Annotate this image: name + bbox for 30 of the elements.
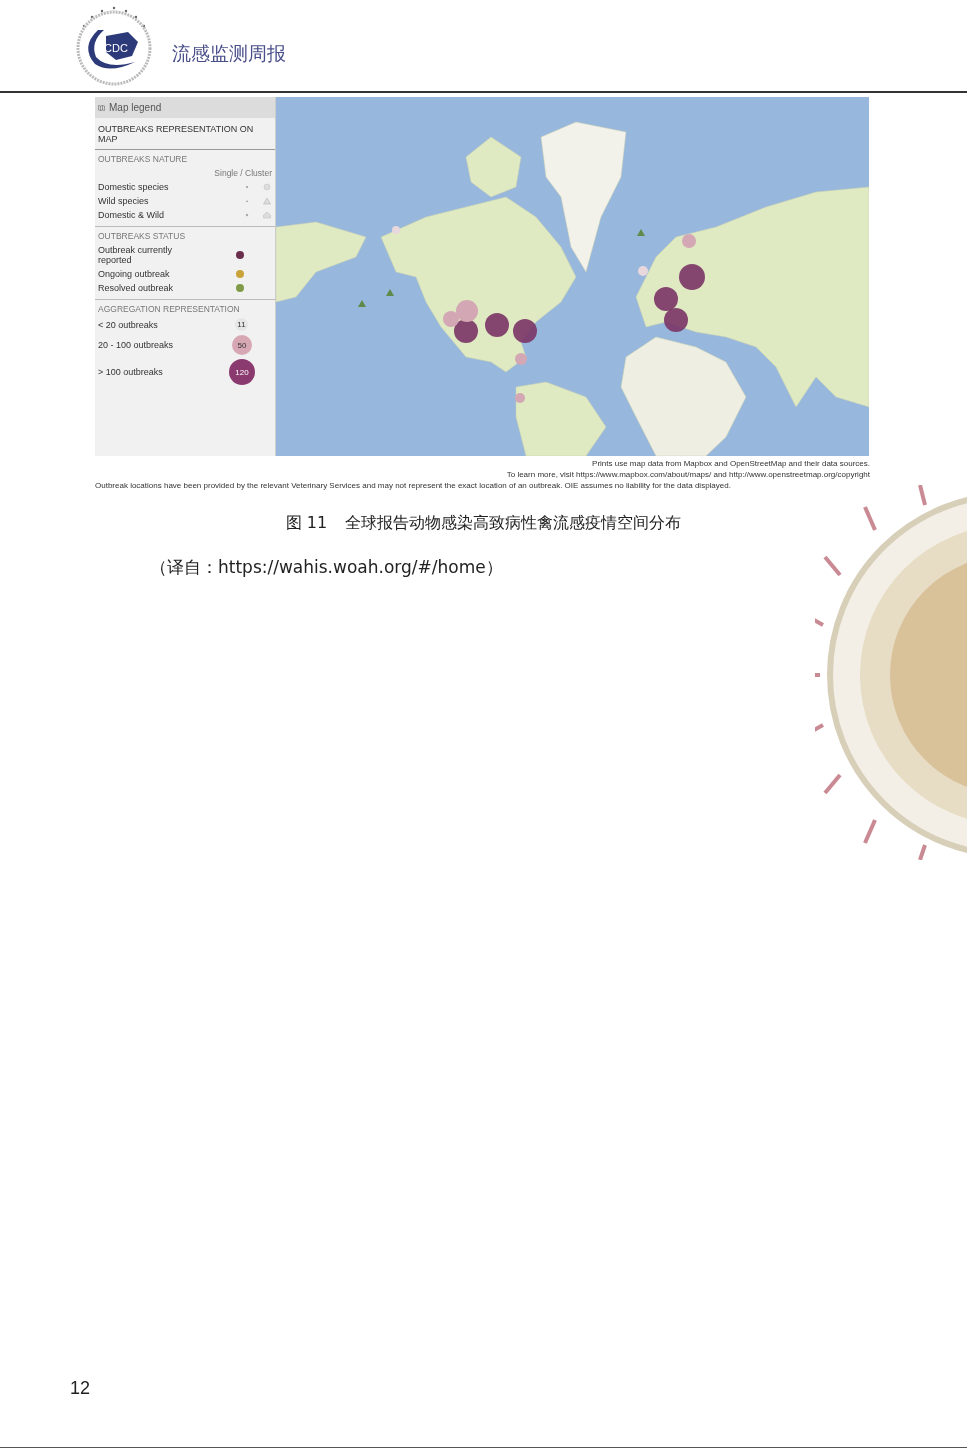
attribution-text: Prints use map data from Mapbox and OpenStreetMap and their data sources.: [591, 458, 870, 469]
page-number: 12: [70, 1378, 91, 1399]
legend-label: Domestic species: [98, 182, 170, 192]
legend-label: Outbreak currently reported: [98, 245, 174, 265]
source-note: （译自：https://wahis.woah.org/#/home）: [150, 556, 504, 579]
column-header: Single / Cluster: [214, 168, 272, 178]
legend-label: < 20 outbreaks: [98, 319, 159, 330]
legend-label: Domestic & Wild: [98, 210, 165, 220]
figure-number: 图 11: [285, 513, 328, 534]
cluster-marker: 11: [235, 318, 248, 331]
legend-label: Resolved outbreak: [98, 283, 175, 293]
legend-heading: OUTBREAKS REPRESENTATION ON MAP: [95, 118, 275, 150]
cluster-marker-icon: [262, 183, 272, 191]
cluster-marker: 120: [229, 359, 255, 385]
map-disclaimer: Outbreak locations have been provided by the relevant Veterinary Services and may not represent the exact location of an outbreak. OIE assumes no liability for the data displayed.: [95, 480, 732, 491]
section-title: AGGREGATION REPRESENTATION: [98, 304, 241, 314]
legend-label: Wild species: [98, 196, 150, 206]
cluster-marker-icon: [262, 211, 272, 219]
report-title: 流感监测周报: [172, 40, 286, 66]
section-title: OUTBREAKS STATUS: [98, 231, 187, 241]
legend-label: Ongoing outbreak: [98, 269, 171, 279]
cluster-marker-icon: [262, 197, 272, 205]
attribution-text: To learn more, visit https://www.mapbox.com/about/maps/ and http://www.openstreetmap.org/copyright: [505, 469, 870, 480]
section-title: OUTBREAKS NATURE: [98, 154, 189, 164]
figure-caption: 全球报告动物感染高致病性禽流感疫情空间分布: [345, 513, 682, 534]
map-icon: [98, 104, 105, 111]
cluster-marker: 50: [232, 335, 252, 355]
legend-label: 20 - 100 outbreaks: [98, 340, 175, 350]
legend-title: Map legend: [109, 102, 162, 113]
legend-label: > 100 outbreaks: [98, 367, 164, 377]
